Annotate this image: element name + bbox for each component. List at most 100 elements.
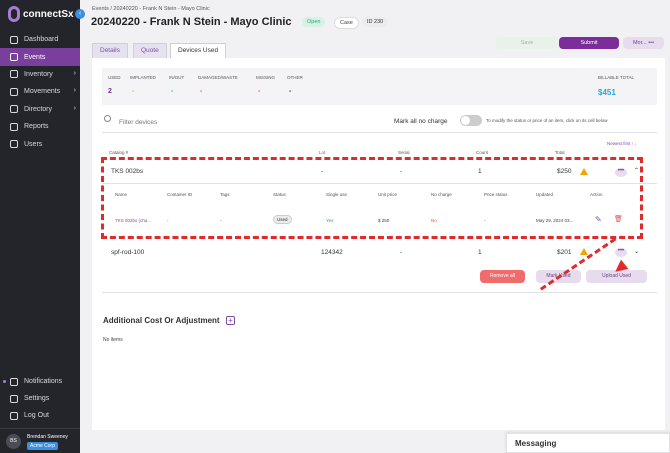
calendar-icon xyxy=(10,53,18,62)
highlight-annotation xyxy=(101,157,643,239)
chevron-right-icon: › xyxy=(73,87,76,95)
sidebar-item-directory[interactable]: Directory › xyxy=(0,101,80,118)
row-more-button[interactable]: ••• xyxy=(615,248,627,257)
row-lot: 124342 xyxy=(321,249,343,256)
unread-dot xyxy=(3,380,6,383)
row-total: $201 xyxy=(557,249,572,256)
sidebar: connectSx ‹ Dashboard Events Inventory › … xyxy=(0,0,85,453)
save-button[interactable]: Save xyxy=(496,37,558,49)
edit-hint: To modify the status or price of an item… xyxy=(486,118,608,123)
col-serial[interactable]: Serial xyxy=(398,150,410,155)
stat-label-damaged: DAMAGED/WASTE xyxy=(198,75,238,80)
add-cost-button[interactable]: + xyxy=(226,316,235,325)
stat-label-used: USED xyxy=(108,75,121,80)
collapse-sidebar-button[interactable]: ‹ xyxy=(75,9,85,19)
org-badge: Acme Corp xyxy=(27,442,59,450)
additional-cost-title: Additional Cost Or Adjustment xyxy=(103,316,220,325)
stat-label-in-out: IN/OUT xyxy=(169,75,185,80)
stat-value-implanted: - xyxy=(132,88,135,95)
sidebar-item-inventory[interactable]: Inventory › xyxy=(0,66,80,83)
sidebar-item-label: Dashboard xyxy=(24,36,59,44)
main-content: Events / 20240220 - Frank N Stein - Mayo… xyxy=(80,0,670,453)
id-badge: ID 230 xyxy=(362,17,389,27)
breadcrumb[interactable]: Events / 20240220 - Frank N Stein - Mayo… xyxy=(92,6,210,12)
row-count: 1 xyxy=(478,249,482,256)
page-title: 20240220 - Frank N Stein - Mayo Clinic xyxy=(91,16,292,28)
row-serial: - xyxy=(400,249,403,256)
divider xyxy=(102,292,657,293)
row-catalog: spf-rod-100 xyxy=(111,249,145,256)
remove-all-button[interactable]: Remove all xyxy=(480,270,525,283)
avatar: BS xyxy=(6,434,21,449)
stat-label-other: OTHER xyxy=(287,75,303,80)
bell-icon xyxy=(10,377,18,386)
col-count[interactable]: Count xyxy=(476,150,488,155)
stat-label-missing: MISSING xyxy=(256,75,276,80)
logo-text: connectSx xyxy=(23,8,74,20)
tab-quote[interactable]: Quote xyxy=(133,43,167,58)
submit-button[interactable]: Submit xyxy=(559,37,619,49)
tab-details[interactable]: Details xyxy=(92,43,128,58)
devices-card: USED 2 IMPLANTED - IN/OUT - DAMAGED/WAST… xyxy=(92,58,665,430)
sidebar-item-label: Settings xyxy=(24,395,50,402)
sidebar-item-events[interactable]: Events xyxy=(0,48,80,66)
messaging-panel[interactable]: Messaging xyxy=(506,433,670,453)
col-total[interactable]: Total xyxy=(555,150,565,155)
divider xyxy=(102,132,657,133)
stat-label-implanted: IMPLANTED xyxy=(130,75,156,80)
user-name: Brendan Sweeney xyxy=(27,434,68,440)
gear-icon xyxy=(10,394,18,403)
sort-newest-first[interactable]: Newest first ↑↓ xyxy=(607,141,636,146)
arrow-annotation xyxy=(540,237,617,292)
billable-total-value: $451 xyxy=(598,88,616,97)
no-items-text: No items xyxy=(103,337,123,343)
tab-devices-used[interactable]: Devices Used xyxy=(170,43,227,58)
truck-icon xyxy=(10,87,18,96)
filter-devices-input[interactable]: Filter devices xyxy=(119,119,157,126)
report-icon xyxy=(10,122,18,131)
sidebar-item-reports[interactable]: Reports xyxy=(0,118,80,135)
sidebar-item-label: Reports xyxy=(24,123,49,131)
sidebar-bottom-nav: Notifications Settings Log Out xyxy=(0,373,80,424)
stats-panel: USED 2 IMPLANTED - IN/OUT - DAMAGED/WAST… xyxy=(102,68,657,105)
sidebar-item-label: Log Out xyxy=(24,412,49,419)
stat-value-missing: - xyxy=(258,88,261,95)
warning-icon xyxy=(580,248,588,255)
user-profile[interactable]: BS Brendan Sweeney Acme Corp xyxy=(0,428,80,453)
logo: connectSx xyxy=(8,6,74,22)
sidebar-item-label: Inventory xyxy=(24,70,53,78)
status-badge: Open xyxy=(302,17,326,27)
users-icon xyxy=(10,140,18,149)
mark-all-no-charge-label: Mark all no charge xyxy=(394,118,448,125)
chevron-right-icon: › xyxy=(73,104,76,112)
stat-value-damaged: - xyxy=(200,88,203,95)
logo-icon xyxy=(8,6,20,22)
sidebar-nav: Dashboard Events Inventory › Movements › D… xyxy=(0,31,80,153)
sidebar-item-users[interactable]: Users xyxy=(0,135,80,152)
book-icon xyxy=(10,105,18,114)
sidebar-item-label: Users xyxy=(24,140,43,148)
col-lot[interactable]: Lot xyxy=(319,150,325,155)
stat-value-used: 2 xyxy=(108,88,112,95)
sidebar-item-movements[interactable]: Movements › xyxy=(0,83,80,100)
col-catalog[interactable]: Catalog # xyxy=(109,150,128,155)
sidebar-item-label: Notifications xyxy=(24,378,63,385)
sidebar-item-settings[interactable]: Settings xyxy=(0,390,80,407)
more-button[interactable]: Mor... ••• xyxy=(623,37,664,49)
logout-icon xyxy=(10,411,18,420)
sidebar-item-label: Directory xyxy=(24,105,53,113)
chevron-right-icon: › xyxy=(73,69,76,77)
box-icon xyxy=(10,70,18,79)
stat-value-other: - xyxy=(289,88,292,95)
billable-total-label: BILLABLE TOTAL xyxy=(598,75,635,80)
sidebar-item-notifications[interactable]: Notifications xyxy=(0,373,80,390)
case-badge: Case xyxy=(334,17,359,29)
sidebar-item-label: Movements xyxy=(24,88,61,96)
chevron-down-icon[interactable]: ⌄ xyxy=(634,248,639,255)
dashboard-icon xyxy=(10,35,18,44)
mark-all-no-charge-toggle[interactable] xyxy=(460,115,482,126)
sidebar-item-label: Events xyxy=(24,53,46,61)
sidebar-item-dashboard[interactable]: Dashboard xyxy=(0,31,80,48)
sidebar-item-logout[interactable]: Log Out xyxy=(0,407,80,424)
stat-value-in-out: - xyxy=(171,88,174,95)
